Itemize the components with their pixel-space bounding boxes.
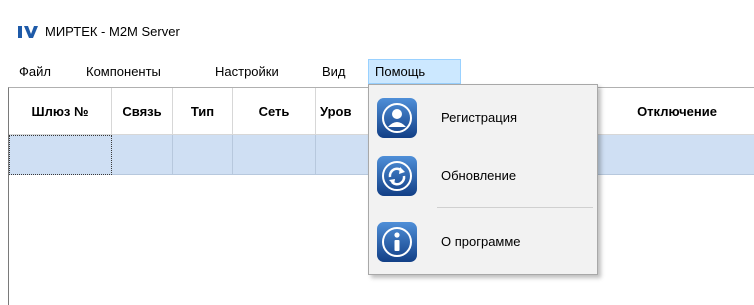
user-icon bbox=[377, 98, 417, 138]
info-icon bbox=[377, 222, 417, 262]
menu-components[interactable]: Компоненты bbox=[80, 59, 167, 84]
column-header-gateway[interactable]: Шлюз № bbox=[9, 88, 112, 135]
menu-item-label: Обновление bbox=[441, 168, 517, 183]
table-cell[interactable] bbox=[233, 135, 316, 175]
title-bar: МИРТЕК - M2M Server bbox=[0, 0, 754, 60]
menu-view[interactable]: Вид bbox=[316, 59, 352, 84]
column-header-network[interactable]: Сеть bbox=[233, 88, 316, 135]
menu-item-update[interactable]: Обновление bbox=[369, 148, 597, 204]
menu-item-about[interactable]: О программе bbox=[369, 214, 597, 270]
help-dropdown-menu: Регистрация Обновление О программе bbox=[368, 84, 598, 275]
column-header-type[interactable]: Тип bbox=[173, 88, 233, 135]
refresh-icon bbox=[377, 156, 417, 196]
menu-file[interactable]: Файл bbox=[13, 59, 57, 84]
table-cell[interactable] bbox=[9, 135, 112, 175]
menu-separator bbox=[437, 207, 593, 208]
table-cell[interactable] bbox=[112, 135, 173, 175]
menu-item-label: Регистрация bbox=[441, 110, 517, 125]
menu-item-label: О программе bbox=[441, 234, 521, 249]
column-header-link[interactable]: Связь bbox=[112, 88, 173, 135]
window-title: МИРТЕК - M2M Server bbox=[45, 24, 180, 39]
menu-help[interactable]: Помощь bbox=[368, 59, 461, 84]
menu-item-registration[interactable]: Регистрация bbox=[369, 90, 597, 146]
table-cell[interactable] bbox=[173, 135, 233, 175]
column-header-level[interactable]: Уров bbox=[316, 88, 376, 135]
menu-settings[interactable]: Настройки bbox=[209, 59, 285, 84]
column-header-disconnect[interactable]: Отключение bbox=[599, 88, 754, 135]
miртek-logo-icon bbox=[18, 26, 38, 38]
